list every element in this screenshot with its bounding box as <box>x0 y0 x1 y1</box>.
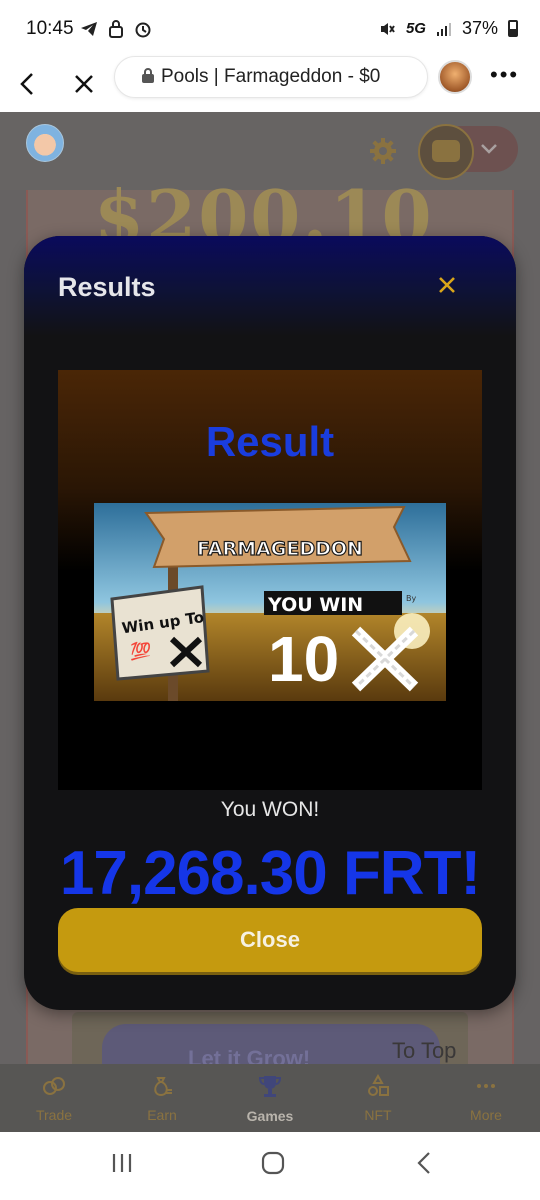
telegram-icon <box>81 22 97 36</box>
won-text: You WON! <box>220 798 320 821</box>
recent-apps-icon <box>112 1154 132 1172</box>
alarm-icon <box>135 22 151 38</box>
banner-sign-text: FARMAGEDDON <box>197 538 363 560</box>
battery-icon <box>508 20 518 37</box>
arrow-left-icon <box>20 73 33 95</box>
system-nav-bar <box>0 1132 540 1200</box>
tab-trade[interactable]: Trade <box>0 1064 108 1132</box>
status-notification-icons <box>80 20 152 38</box>
tab-nft-label: NFT <box>364 1106 392 1123</box>
lock-icon <box>109 20 123 38</box>
status-right: 5G 37% <box>378 18 518 39</box>
close-icon <box>75 75 93 93</box>
mute-vibrate-icon <box>380 22 395 35</box>
tab-more[interactable]: More <box>432 1064 540 1132</box>
money-bag-icon <box>150 1074 174 1103</box>
tab-trade-label: Trade <box>35 1106 73 1123</box>
close-tab-button[interactable] <box>64 64 104 104</box>
close-icon <box>439 277 455 293</box>
bottom-tabbar: Trade Earn Games NFT More <box>0 1064 540 1132</box>
trade-icon <box>42 1074 66 1103</box>
site-avatar-icon[interactable] <box>438 60 472 94</box>
chevron-left-icon <box>417 1152 430 1174</box>
back-button[interactable] <box>8 64 48 104</box>
status-time: 10:45 <box>26 18 74 39</box>
banner-multiplier: 10 <box>268 623 339 695</box>
result-banner-image: FARMAGEDDON Win up To 💯 YOU WIN By 10 <box>94 503 446 701</box>
modal-title: Results <box>58 272 156 302</box>
won-amount: 17,268.30 FRT! <box>59 839 481 908</box>
browser-toolbar: Pools | Farmageddon - $0 ••• <box>0 56 540 112</box>
shapes-icon <box>366 1073 390 1103</box>
tab-games[interactable]: Games <box>216 1064 324 1132</box>
recent-apps-button[interactable] <box>110 1150 134 1182</box>
status-bar: 10:45 5G 37% <box>0 0 540 56</box>
network-type: 5G <box>405 20 426 37</box>
home-button[interactable] <box>260 1150 286 1183</box>
wallet-icon <box>432 140 460 162</box>
modal-close-x-button[interactable] <box>436 272 458 303</box>
banner-by: By <box>406 594 416 603</box>
result-heading: Result <box>205 418 335 465</box>
url-bar[interactable]: Pools | Farmageddon - $0 <box>114 56 428 98</box>
banner-you-win: YOU WIN <box>267 594 363 616</box>
to-top-link[interactable]: To Top <box>392 1038 456 1064</box>
farmer-avatar-logo[interactable] <box>26 124 64 162</box>
more-dots-icon <box>474 1074 498 1103</box>
close-button-label: Close <box>240 927 300 952</box>
lock-icon <box>141 67 155 87</box>
gear-icon[interactable] <box>368 136 398 166</box>
chevron-down-icon[interactable] <box>480 138 498 161</box>
system-back-button[interactable] <box>414 1150 434 1183</box>
banner-card-emoji: 💯 <box>130 641 151 662</box>
close-button[interactable]: Close <box>58 908 482 972</box>
browser-menu-button[interactable]: ••• <box>490 62 519 88</box>
signal-icon <box>436 22 451 36</box>
tab-earn-label: Earn <box>147 1106 177 1123</box>
url-text: Pools | Farmageddon - $0 <box>161 66 381 87</box>
home-icon <box>261 1151 285 1175</box>
battery-percent: 37% <box>461 18 498 38</box>
tab-nft[interactable]: NFT <box>324 1064 432 1132</box>
tab-games-label: Games <box>246 1107 294 1124</box>
result-display: Result FARMAGEDDON Win up To 💯 YOU WIN B… <box>58 370 482 790</box>
trophy-icon <box>257 1073 283 1104</box>
tab-more-label: More <box>470 1106 502 1123</box>
tab-earn[interactable]: Earn <box>108 1064 216 1132</box>
results-modal: Results Result FARMAGEDDON Win up To 💯 Y… <box>24 236 516 1010</box>
